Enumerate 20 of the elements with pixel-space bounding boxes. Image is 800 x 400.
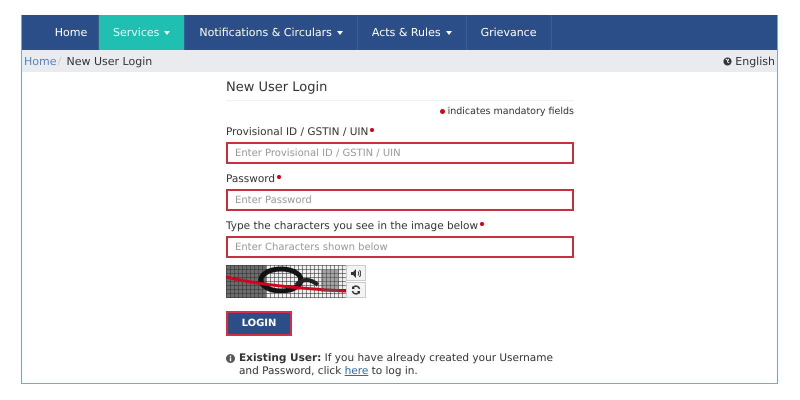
field-label: Password — [226, 173, 276, 185]
language-link[interactable]: English — [735, 54, 775, 68]
input-field[interactable]: Enter Password — [226, 189, 574, 211]
form-title: New User Login — [226, 80, 574, 101]
existing-user-text: Existing User: If you have already created your Username and Password, click here to log in. — [239, 352, 554, 378]
info-icon — [226, 354, 235, 363]
refresh-icon — [351, 285, 361, 295]
speaker-icon — [351, 268, 361, 278]
audio-button[interactable] — [346, 265, 366, 281]
field-label: Provisional ID / GSTIN / UIN — [226, 126, 368, 138]
mandatory-note: indicates mandatory fields — [448, 106, 574, 117]
here-link[interactable]: here — [344, 365, 368, 377]
field-label: Type the characters you see in the image below — [226, 220, 478, 232]
required-dot — [440, 109, 445, 114]
input-field[interactable]: Enter Characters shown below — [226, 236, 574, 258]
input-field[interactable]: Enter Provisional ID / GSTIN / UIN — [226, 142, 574, 164]
login-button[interactable]: LOGIN — [226, 311, 292, 336]
globe-icon — [723, 56, 732, 66]
breadcrumb-current: New User Login — [66, 54, 152, 68]
refresh-button[interactable] — [346, 282, 366, 298]
